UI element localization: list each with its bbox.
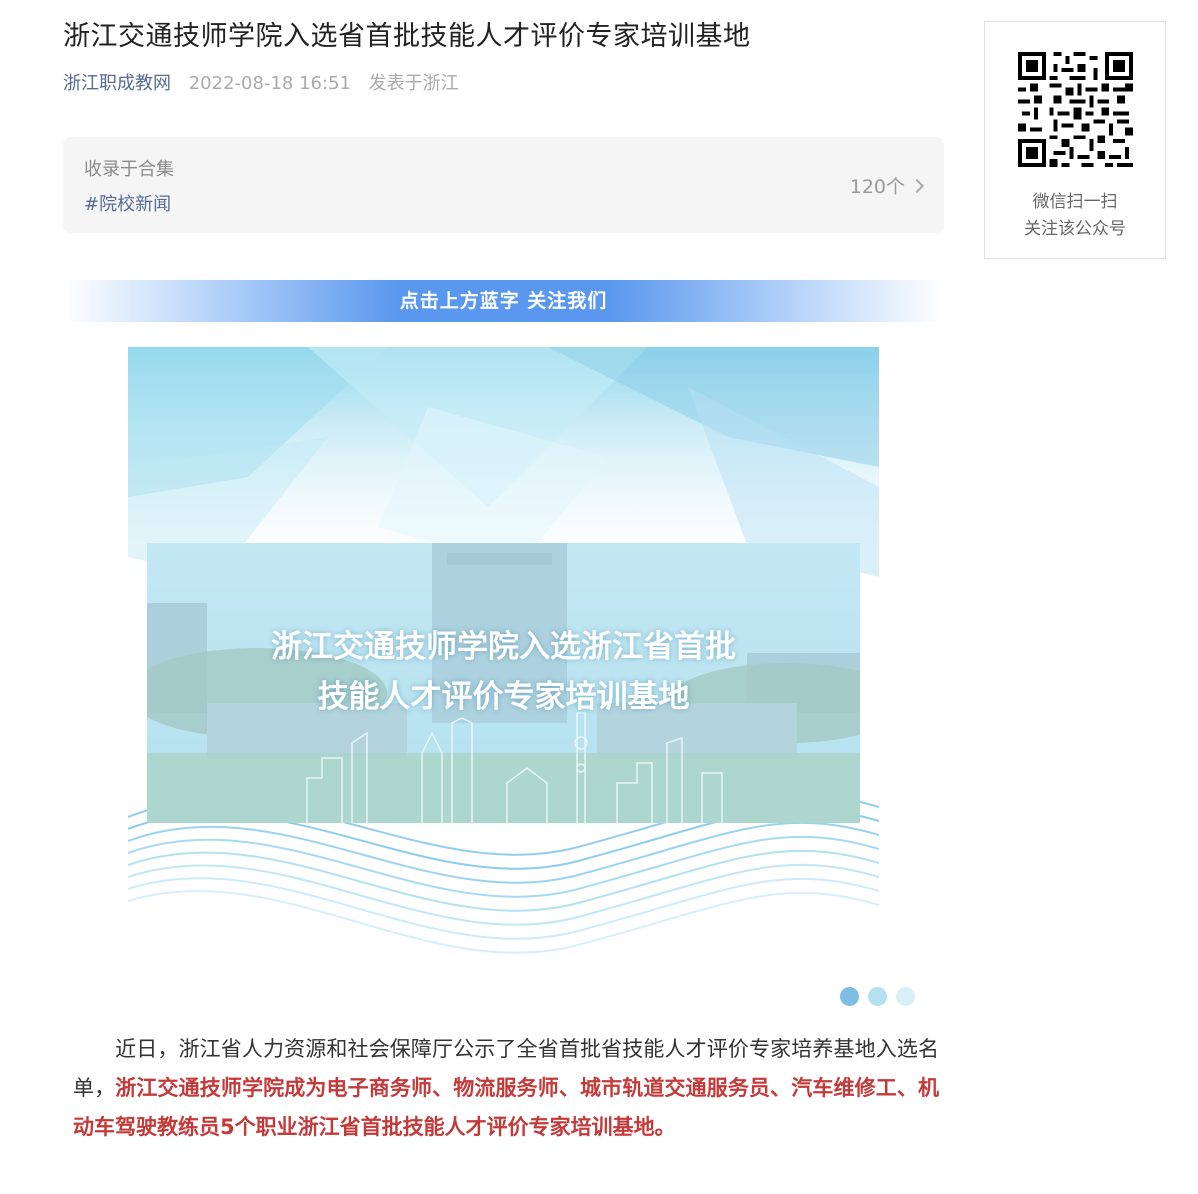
chevron-right-icon	[909, 178, 925, 193]
collection-count[interactable]: 120个	[849, 172, 925, 199]
hero-headline-line2: 技能人才评价专家培训基地	[317, 679, 690, 715]
account-name-link[interactable]: 浙江职成教网	[63, 73, 171, 94]
collection-card[interactable]: 收录于合集 #院校新闻 120个	[63, 137, 944, 233]
follow-banner: 点击上方蓝字 关注我们	[63, 280, 944, 322]
collection-tag-link[interactable]: #院校新闻	[84, 190, 171, 216]
article-title: 浙江交通技师学院入选省首批技能人才评价专家培训基地	[63, 21, 751, 52]
follow-banner-text: 点击上方蓝字 关注我们	[399, 290, 608, 312]
hero-headline-line1: 浙江交通技师学院入选浙江省首批	[271, 629, 736, 665]
hero-image: 浙江交通技师学院入选浙江省首批 技能人才评价专家培训基地	[128, 347, 879, 957]
carousel-dot-3[interactable]	[896, 987, 915, 1006]
qr-caption-scan: 微信扫一扫	[1032, 192, 1118, 212]
carousel-dot-1[interactable]	[840, 987, 859, 1006]
article-meta: 浙江职成教网 2022-08-18 16:51 发表于浙江	[63, 69, 459, 95]
qr-code-panel: 微信扫一扫 关注该公众号	[984, 21, 1166, 259]
qr-code-icon	[1018, 52, 1133, 167]
article-paragraph: 近日，浙江省人力资源和社会保障厅公示了全省首批省技能人才评价专家培养基地入选名单…	[73, 1030, 939, 1147]
paragraph-highlight: 浙江交通技师学院成为电子商务师、物流服务师、城市轨道交通服务员、汽车维修工、机动…	[73, 1076, 939, 1139]
carousel-indicator	[840, 987, 924, 1006]
collection-count-label: 120个	[849, 176, 905, 198]
publish-time: 2022-08-18 16:51	[188, 73, 351, 94]
qr-caption-follow: 关注该公众号	[1024, 219, 1126, 239]
carousel-dot-2[interactable]	[868, 987, 887, 1006]
publish-location: 发表于浙江	[368, 73, 459, 94]
hero-campus-photo: 浙江交通技师学院入选浙江省首批 技能人才评价专家培训基地	[147, 543, 860, 823]
collection-label: 收录于合集	[84, 159, 174, 180]
